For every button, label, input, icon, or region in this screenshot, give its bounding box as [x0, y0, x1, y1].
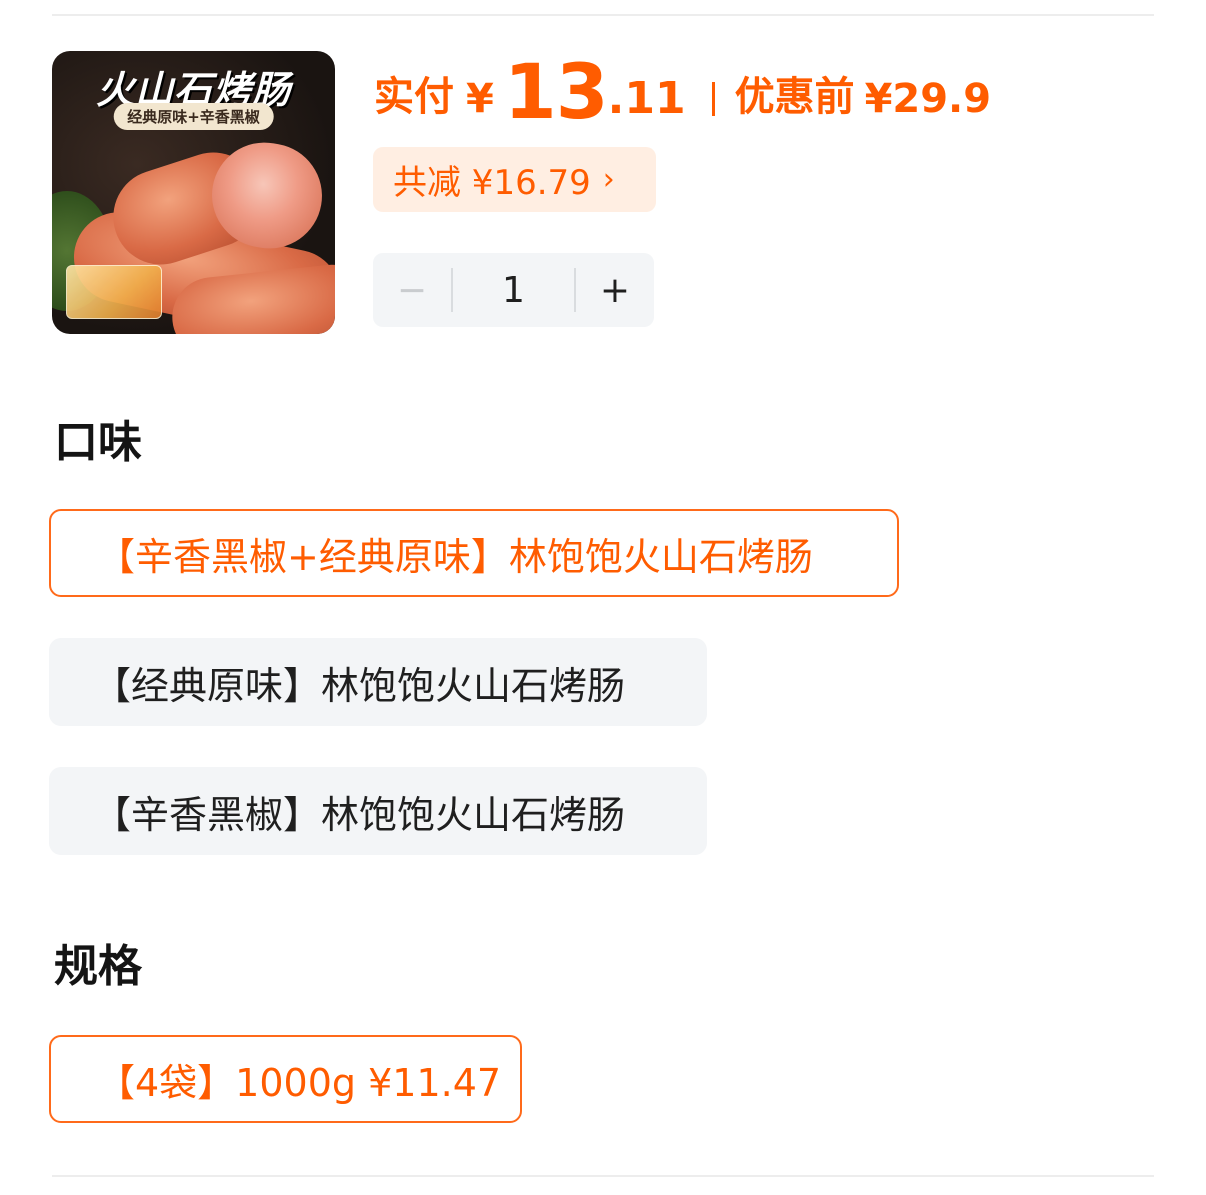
product-image: 火山石烤肠 经典原味+辛香黑椒 [52, 51, 335, 334]
product-image-subtitle: 经典原味+辛香黑椒 [113, 103, 274, 130]
bottom-divider [52, 1175, 1154, 1177]
chevron-right-icon: › [602, 162, 615, 197]
discount-detail-button[interactable]: 共减 ¥16.79 › [373, 147, 656, 212]
option-label: 【辛香黑椒+经典原味】林饱饱火山石烤肠 [97, 534, 813, 579]
price-separator [711, 82, 715, 116]
quantity-stepper: − 1 + [373, 253, 654, 327]
spec-option-4-bags[interactable]: 【4袋】1000g ¥11.47 [49, 1035, 522, 1123]
flavor-option-pepper-original[interactable]: 【辛香黑椒+经典原味】林饱饱火山石烤肠 [49, 509, 899, 597]
option-label: 【辛香黑椒】林饱饱火山石烤肠 [93, 792, 626, 837]
option-label: 【经典原味】林饱饱火山石烤肠 [93, 663, 626, 708]
price-decimal: .11 [607, 73, 686, 124]
flavor-section-title: 口味 [54, 417, 142, 468]
flavor-option-pepper[interactable]: 【辛香黑椒】林饱饱火山石烤肠 [49, 767, 707, 855]
option-label: 【4袋】1000g ¥11.47 [97, 1060, 502, 1105]
spec-section-title: 规格 [54, 941, 142, 992]
price-row: 实付 ¥ 13 .11 优惠前 ¥29.9 [374, 50, 991, 130]
package-thumbnail [66, 265, 162, 319]
decrease-button[interactable]: − [373, 253, 451, 327]
sku-selector-panel: 火山石烤肠 经典原味+辛香黑椒 实付 ¥ 13 .11 优惠前 ¥29.9 共减… [0, 0, 1206, 1195]
discount-label: 共减 ¥16.79 [393, 163, 591, 203]
currency-symbol: ¥ [466, 76, 494, 122]
original-price-value: ¥29.9 [864, 76, 992, 122]
flavor-option-original[interactable]: 【经典原味】林饱饱火山石烤肠 [49, 638, 707, 726]
price-integer: 13 [503, 47, 609, 136]
paid-label: 实付 [374, 74, 454, 120]
increase-button[interactable]: + [576, 253, 654, 327]
quantity-value[interactable]: 1 [453, 270, 574, 311]
top-divider [52, 14, 1154, 16]
original-price-label: 优惠前 [734, 74, 855, 120]
